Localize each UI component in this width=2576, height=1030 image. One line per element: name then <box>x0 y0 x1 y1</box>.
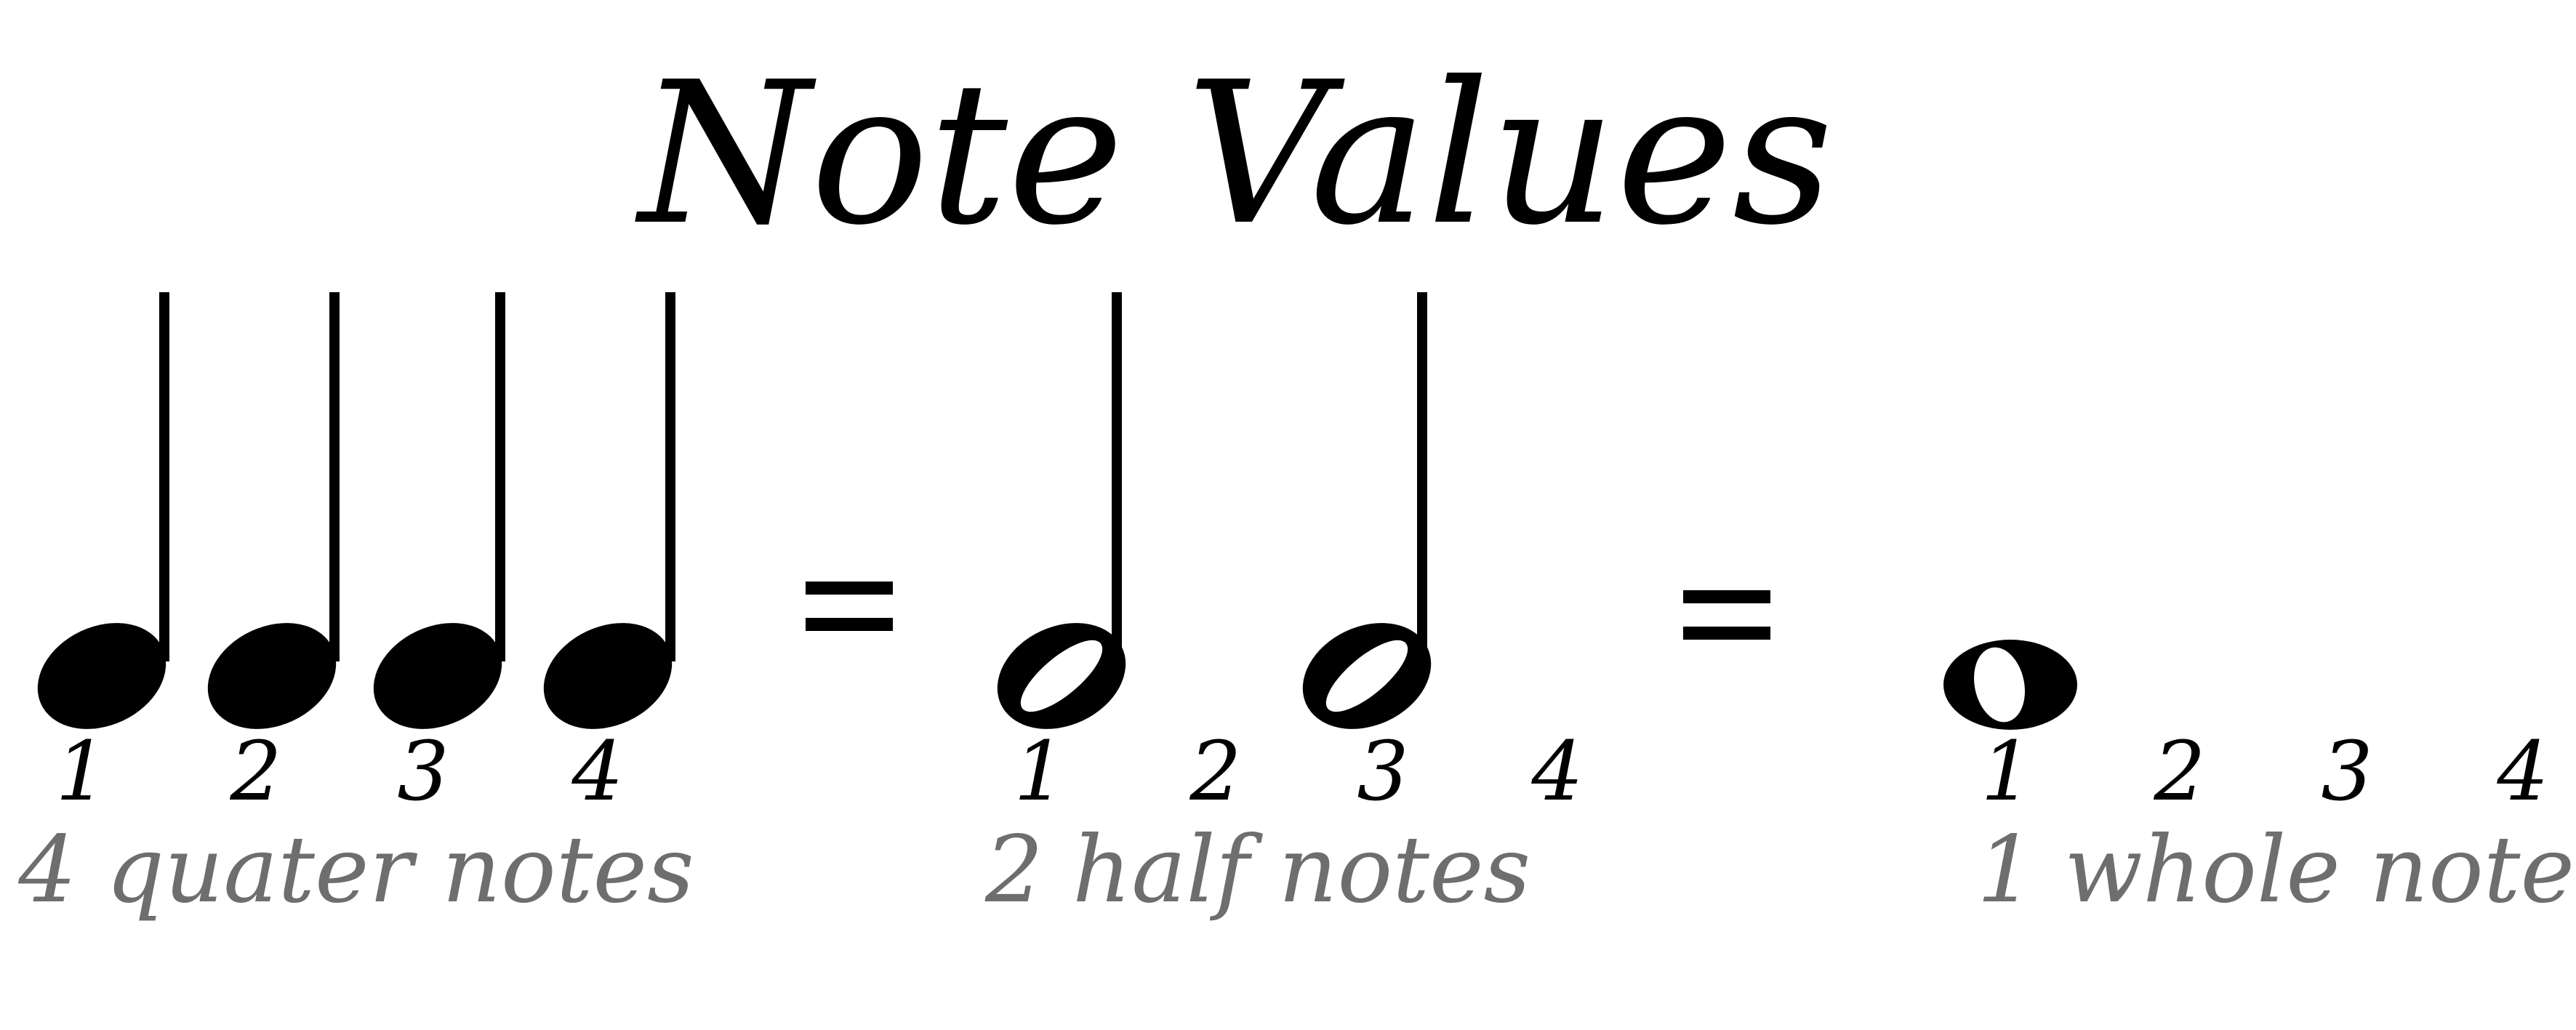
beat-count: 1 <box>1014 725 1065 819</box>
quarter-note-icon <box>526 292 690 749</box>
beat-count: 4 <box>2496 725 2548 819</box>
beat-count: 2 <box>2153 725 2205 819</box>
beat-count: 2 <box>229 725 281 819</box>
group-caption: 2 half notes <box>984 816 1530 923</box>
beat-count: 4 <box>1530 725 1583 819</box>
beat-count: 1 <box>1981 725 2032 819</box>
equals-sign-icon <box>806 582 893 631</box>
page-title: Note Values <box>633 39 1833 268</box>
quarter-notes-group: 1 2 3 4 4 quater notes <box>17 292 694 923</box>
quarter-note-icon <box>20 292 184 749</box>
beat-count: 3 <box>397 725 449 819</box>
beat-count: 3 <box>2321 725 2372 819</box>
beat-count: 2 <box>1189 725 1241 819</box>
beat-count: 3 <box>1357 725 1408 819</box>
quarter-note-icon <box>190 292 354 749</box>
whole-note-icon <box>1943 640 2077 730</box>
whole-notes-group: 1 2 3 4 1 whole note <box>1943 640 2575 923</box>
half-notes-group: 1 2 3 4 2 half notes <box>979 292 1584 923</box>
note-values-diagram: Note Values 1 2 3 4 4 quater notes 1 2 3… <box>17 39 2575 923</box>
beat-count: 1 <box>55 725 107 819</box>
half-note-icon <box>1285 292 1449 749</box>
quarter-note-icon <box>356 292 520 749</box>
beat-count: 4 <box>571 725 623 819</box>
group-caption: 1 whole note <box>1977 816 2575 923</box>
group-caption: 4 quater notes <box>17 816 694 923</box>
equals-sign-icon <box>1683 590 1770 640</box>
half-note-icon <box>979 292 1144 749</box>
